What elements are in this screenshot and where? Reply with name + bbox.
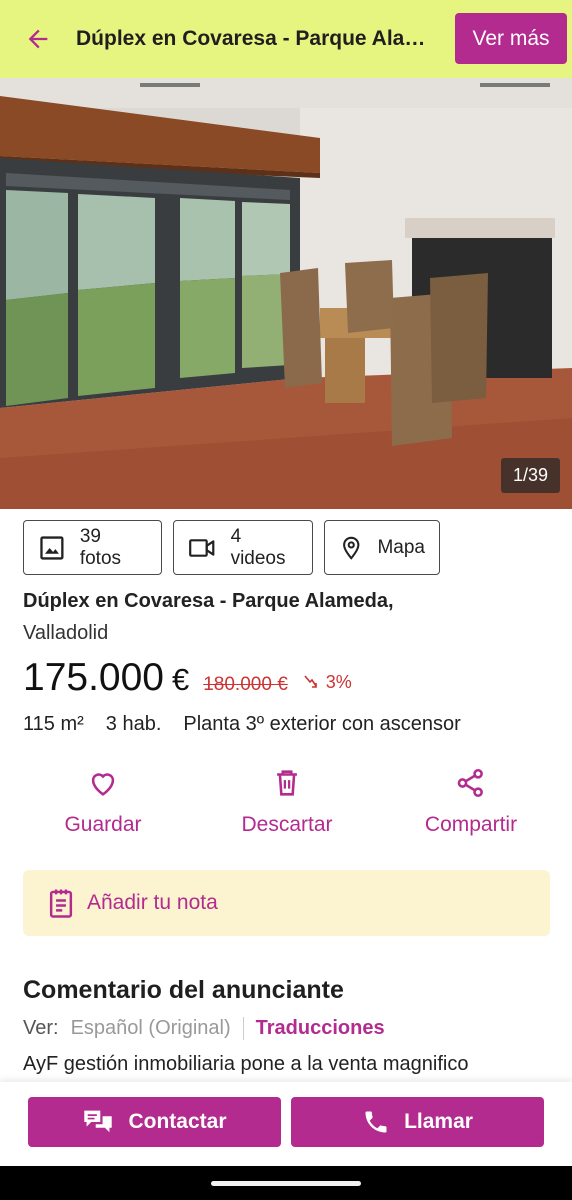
feature-floor: Planta 3º exterior con ascensor [183, 713, 461, 735]
notepad-icon [49, 889, 73, 918]
listing-title: Dúplex en Covaresa - Parque Alameda, [23, 590, 394, 612]
ver-mas-button[interactable]: Ver más [455, 13, 567, 64]
feature-area: 115 m² [23, 713, 84, 735]
price-down-icon [304, 675, 317, 688]
price-drop-percent: 3% [325, 671, 352, 692]
heart-icon [91, 773, 115, 796]
share-button[interactable]: Compartir [376, 765, 566, 837]
listing-city: Valladolid [23, 622, 109, 644]
save-button[interactable]: Guardar [8, 765, 198, 837]
page-title: Dúplex en Covaresa - Parque Alameda [76, 27, 440, 50]
photo-counter: 1/39 [500, 458, 560, 493]
original-language-option[interactable]: Español (Original) [71, 1017, 244, 1040]
trash-icon [277, 770, 297, 796]
save-label: Guardar [64, 813, 142, 836]
share-label: Compartir [424, 813, 518, 836]
photos-label: 39 fotos [79, 525, 122, 569]
discard-label: Descartar [241, 813, 333, 836]
videos-label: 4 videos [230, 525, 286, 569]
contact-label: Contactar [128, 1110, 227, 1133]
back-arrow-icon [28, 29, 48, 49]
price: 175.000 [23, 656, 164, 699]
add-note-button[interactable]: Añadir tu nota [23, 870, 550, 936]
share-icon [457, 768, 483, 798]
description-text: AyF gestión inmobiliaria pone a la venta… [23, 1053, 469, 1075]
top-app-bar: Dúplex en Covaresa - Parque Alameda Ver … [0, 0, 572, 78]
discard-button[interactable]: Descartar [192, 765, 382, 837]
ver-label: Ver: [23, 1017, 59, 1039]
video-camera-icon [189, 538, 215, 557]
videos-button[interactable]: 4 videos [173, 520, 313, 575]
price-row: 175.000 € 180.000 € 3% [23, 656, 352, 700]
language-switcher: Ver: Español (Original) Traducciones [23, 1017, 385, 1040]
translations-link[interactable]: Traducciones [256, 1017, 385, 1040]
system-navigation-bar [0, 1166, 572, 1200]
property-photo[interactable]: 1/39 [0, 78, 572, 509]
map-button[interactable]: Mapa [324, 520, 440, 575]
phone-icon [365, 1111, 387, 1133]
photos-button[interactable]: 39 fotos [23, 520, 162, 575]
chat-icon [84, 1110, 113, 1133]
contact-button[interactable]: Contactar [28, 1097, 281, 1147]
features-row: 115 m² 3 hab. Planta 3º exterior con asc… [23, 713, 461, 736]
media-buttons: 39 fotos 4 videos Mapa [23, 520, 440, 575]
map-label: Mapa [377, 536, 425, 558]
feature-rooms: 3 hab. [105, 713, 162, 735]
currency: € [171, 662, 190, 697]
add-note-label: Añadir tu nota [87, 891, 218, 914]
action-row: Guardar Descartar Compartir [0, 765, 572, 837]
image-icon [40, 535, 64, 560]
call-button[interactable]: Llamar [291, 1097, 544, 1147]
price-drop: 3% [302, 672, 352, 693]
living-room-image [0, 78, 572, 509]
home-gesture-handle[interactable] [211, 1181, 361, 1186]
bottom-action-bar: Contactar Llamar [0, 1082, 572, 1166]
map-pin-icon [343, 536, 360, 560]
comment-heading: Comentario del anunciante [23, 976, 344, 1004]
back-button[interactable] [0, 0, 76, 78]
old-price: 180.000 € [203, 674, 288, 695]
call-label: Llamar [404, 1110, 473, 1133]
